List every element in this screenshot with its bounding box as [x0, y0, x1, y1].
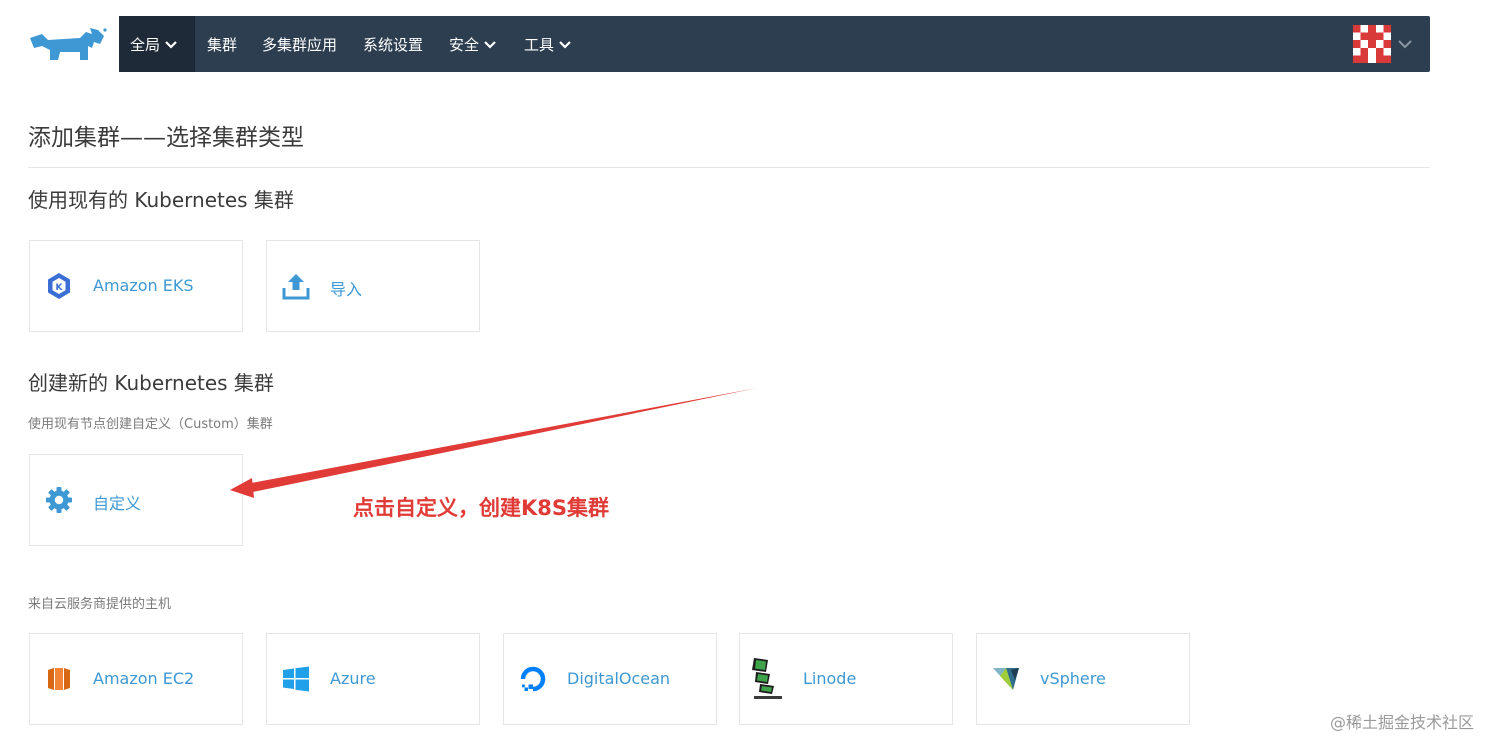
gear-icon	[46, 487, 72, 513]
section-title-existing: 使用现有的 Kubernetes 集群	[28, 188, 294, 212]
tile-custom[interactable]: 自定义	[29, 454, 243, 546]
tile-vsphere-label: vSphere	[1040, 669, 1106, 688]
upload-icon	[282, 274, 310, 300]
nav-item-settings[interactable]: 系统设置	[363, 16, 423, 72]
nav-item-security-label: 安全	[449, 35, 480, 54]
windows-icon	[283, 666, 309, 692]
page-title: 添加集群——选择集群类型	[28, 125, 304, 151]
section-subtitle-cloud: 来自云服务商提供的主机	[28, 597, 172, 612]
chevron-down-icon[interactable]	[1397, 36, 1413, 52]
nav-item-tools[interactable]: 工具	[524, 16, 572, 72]
digitalocean-icon	[520, 666, 546, 692]
title-divider	[28, 167, 1430, 168]
nav-item-multicluster-apps[interactable]: 多集群应用	[262, 16, 337, 72]
ec2-icon	[48, 668, 70, 690]
tile-import[interactable]: 导入	[266, 240, 480, 332]
tile-azure[interactable]: Azure	[266, 633, 480, 725]
linode-icon	[752, 658, 782, 699]
rancher-logo-icon[interactable]	[28, 26, 108, 66]
top-navbar: 全局 集群 多集群应用 系统设置 安全 工具	[119, 16, 1430, 72]
tile-custom-label: 自定义	[93, 494, 142, 513]
tile-digitalocean-label: DigitalOcean	[567, 669, 671, 688]
section-subtitle-create: 使用现有节点创建自定义（Custom）集群	[28, 417, 273, 432]
vsphere-icon	[993, 668, 1019, 690]
svg-text:K: K	[56, 283, 64, 293]
watermark: @稀土掘金技术社区	[1330, 713, 1475, 732]
nav-item-multicluster-apps-label: 多集群应用	[262, 35, 338, 54]
tile-amazon-eks-label: Amazon EKS	[93, 276, 194, 295]
nav-item-tools-label: 工具	[524, 35, 555, 54]
eks-icon: K	[48, 273, 70, 299]
tile-linode[interactable]: Linode	[739, 633, 953, 725]
nav-item-clusters-label: 集群	[207, 35, 238, 54]
tile-azure-label: Azure	[330, 669, 376, 688]
section-title-create: 创建新的 Kubernetes 集群	[28, 371, 274, 395]
tile-digitalocean[interactable]: DigitalOcean	[503, 633, 717, 725]
nav-item-settings-label: 系统设置	[363, 35, 424, 54]
nav-item-clusters[interactable]: 集群	[207, 16, 237, 72]
nav-item-global[interactable]: 全局	[119, 16, 195, 72]
tile-amazon-eks[interactable]: K Amazon EKS	[29, 240, 243, 332]
tile-vsphere[interactable]: vSphere	[976, 633, 1190, 725]
tile-amazon-ec2[interactable]: Amazon EC2	[29, 633, 243, 725]
user-avatar[interactable]	[1353, 25, 1391, 63]
tile-linode-label: Linode	[803, 669, 857, 688]
chevron-down-icon	[559, 41, 571, 49]
annotation-text: 点击自定义，创建K8S集群	[353, 496, 610, 520]
nav-item-global-label: 全局	[130, 35, 161, 54]
nav-item-security[interactable]: 安全	[449, 16, 497, 72]
tile-amazon-ec2-label: Amazon EC2	[93, 669, 195, 688]
tile-import-label: 导入	[330, 280, 363, 299]
chevron-down-icon	[165, 41, 177, 49]
chevron-down-icon	[484, 41, 496, 49]
